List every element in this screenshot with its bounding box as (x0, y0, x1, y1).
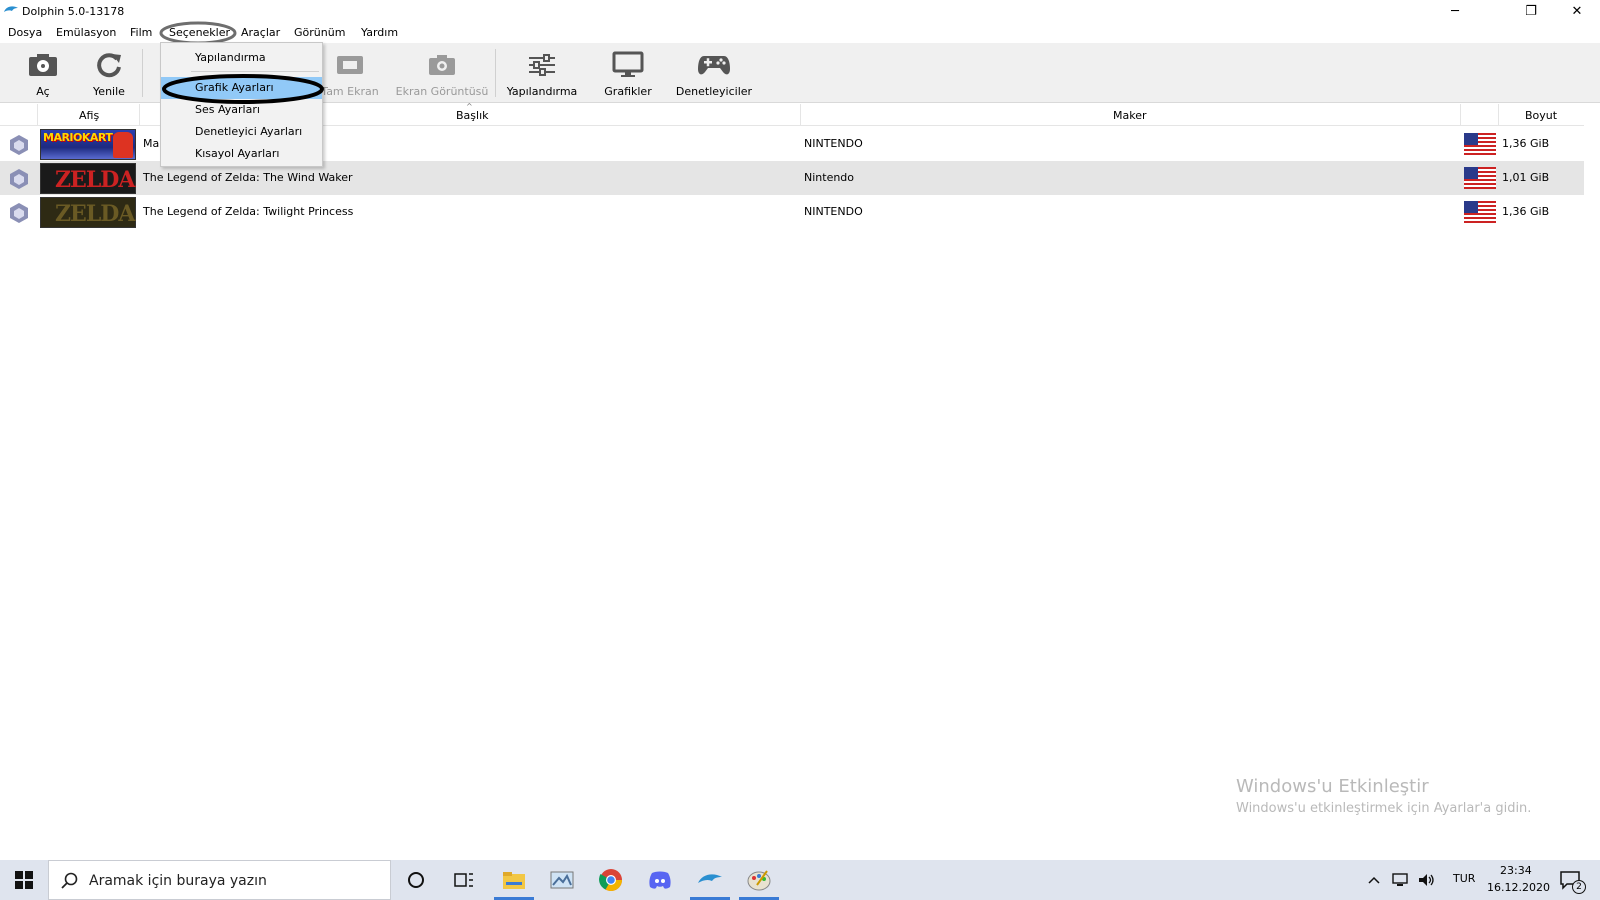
game-size: 1,01 GiB (1502, 171, 1550, 184)
start-button[interactable] (0, 860, 48, 900)
gamecube-icon (8, 168, 30, 193)
camera-icon (427, 47, 457, 83)
column-divider (800, 104, 801, 126)
chrome-icon[interactable] (587, 860, 635, 900)
column-maker[interactable]: Maker (1113, 109, 1147, 122)
fullscreen-button[interactable]: Tam Ekran (320, 43, 380, 103)
close-button[interactable]: ✕ (1554, 0, 1600, 22)
us-flag-icon (1464, 133, 1496, 158)
gamepad-icon (697, 47, 731, 83)
volume-icon[interactable] (1414, 860, 1438, 900)
search-icon (61, 872, 79, 893)
menu-item-hotkey-settings[interactable]: Kısayol Ayarları (161, 143, 322, 165)
game-maker: NINTENDO (804, 205, 863, 218)
network-icon[interactable] (1388, 860, 1412, 900)
activation-watermark-subtitle: Windows'u etkinleştirmek için Ayarlar'a … (1236, 801, 1532, 816)
config-button[interactable]: Yapılandırma (506, 43, 578, 103)
disc-icon (27, 47, 59, 83)
file-explorer-icon[interactable] (490, 860, 538, 900)
game-title: The Legend of Zelda: Twilight Princess (143, 205, 354, 218)
chevron-up-icon[interactable] (1364, 860, 1384, 900)
menu-yardim[interactable]: Yardım (361, 26, 398, 39)
gamecube-icon (8, 134, 30, 159)
task-view-icon[interactable] (440, 860, 488, 900)
clock-date[interactable]: 16.12.2020 (1487, 881, 1550, 894)
toolbar-separator (495, 49, 496, 97)
refresh-button[interactable]: Yenile (84, 43, 134, 103)
graphics-button[interactable]: Grafikler (600, 43, 656, 103)
restore-button[interactable]: ❐ (1508, 0, 1554, 22)
sort-arrow-icon: ^ (466, 102, 473, 111)
game-title: The Legend of Zelda: The Wind Waker (143, 171, 353, 184)
search-placeholder: Aramak için buraya yazın (89, 873, 267, 889)
monitor-icon (612, 47, 644, 83)
menu-item-configuration[interactable]: Yapılandırma (161, 47, 322, 69)
column-divider (1498, 104, 1499, 126)
taskbar: Aramak için buraya yazın TUR 23:34 16.12… (0, 860, 1600, 900)
game-title: Ma (143, 137, 160, 150)
photos-app-icon[interactable] (538, 860, 586, 900)
column-banner[interactable]: Afiş (79, 109, 99, 122)
clock-time[interactable]: 23:34 (1500, 864, 1532, 877)
screenshot-button[interactable]: Ekran Görüntüsü (396, 43, 488, 103)
notification-count: 2 (1572, 880, 1586, 894)
paint-icon[interactable] (735, 860, 783, 900)
us-flag-icon (1464, 201, 1496, 226)
game-banner: ZELDA (40, 163, 136, 194)
us-flag-icon (1464, 167, 1496, 192)
column-divider (37, 104, 38, 126)
title-bar: Dolphin 5.0-13178 ─ ❐ ✕ (0, 0, 1600, 22)
controllers-button[interactable]: Denetleyiciler (674, 43, 754, 103)
game-banner: ZELDA (40, 197, 136, 228)
activation-watermark-title: Windows'u Etkinleştir (1236, 776, 1429, 797)
annotation-ellipse (162, 74, 324, 104)
table-row[interactable]: ZELDA The Legend of Zelda: Twilight Prin… (0, 195, 1584, 229)
notification-center-icon[interactable]: 2 (1550, 860, 1590, 900)
toolbar-separator (142, 49, 143, 97)
menu-dosya[interactable]: Dosya (8, 26, 42, 39)
game-maker: Nintendo (804, 171, 855, 184)
column-size[interactable]: Boyut (1525, 109, 1557, 122)
menu-bar: Dosya Emülasyon Film Seçenekler Araçlar … (0, 21, 1600, 45)
windows-icon (15, 871, 33, 889)
menu-emulasyon[interactable]: Emülasyon (56, 26, 116, 39)
menu-film[interactable]: Film (130, 26, 152, 39)
discord-icon[interactable] (636, 860, 684, 900)
window-title: Dolphin 5.0-13178 (22, 5, 125, 18)
menu-araclar[interactable]: Araçlar (241, 26, 280, 39)
sliders-icon (527, 47, 557, 83)
open-button[interactable]: Aç (20, 43, 66, 103)
dolphin-taskbar-icon[interactable] (686, 860, 734, 900)
game-banner: MARIOKART (40, 129, 136, 160)
cortana-icon[interactable] (392, 860, 440, 900)
minimize-button[interactable]: ─ (1432, 0, 1478, 22)
refresh-icon (95, 47, 123, 83)
menu-item-controller-settings[interactable]: Denetleyici Ayarları (161, 121, 322, 143)
gamecube-icon (8, 202, 30, 227)
language-indicator[interactable]: TUR (1453, 872, 1475, 885)
game-size: 1,36 GiB (1502, 205, 1550, 218)
game-size: 1,36 GiB (1502, 137, 1550, 150)
taskbar-search[interactable]: Aramak için buraya yazın (48, 860, 391, 900)
column-divider (139, 104, 140, 126)
game-maker: NINTENDO (804, 137, 863, 150)
column-divider (1460, 104, 1461, 126)
menu-gorunum[interactable]: Görünüm (294, 26, 345, 39)
dolphin-icon (3, 4, 19, 19)
fullscreen-icon (335, 47, 365, 83)
menu-separator (191, 71, 319, 72)
